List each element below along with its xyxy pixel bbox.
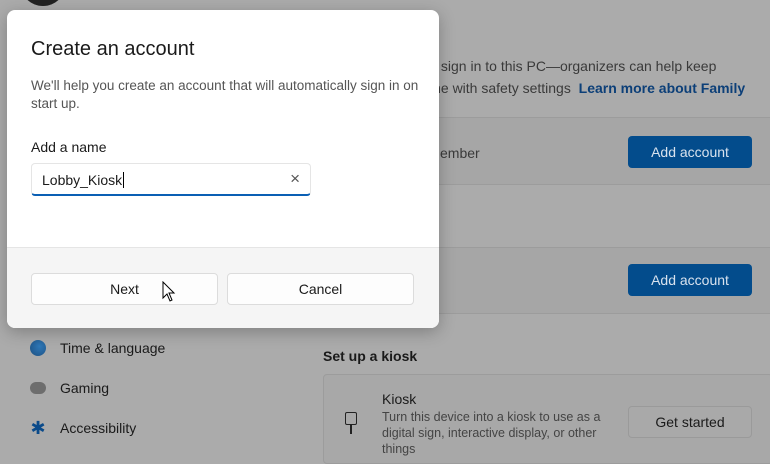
next-button[interactable]: Next [31,273,218,305]
name-label: Add a name [31,139,107,155]
create-account-dialog: Create an account We'll help you create … [7,10,439,328]
kiosk-section-title: Set up a kiosk [323,348,418,364]
learn-more-family-link[interactable]: Learn more about Family [579,80,745,96]
get-started-button[interactable]: Get started [628,406,752,438]
globe-clock-icon [30,340,46,356]
kiosk-icon-stand [350,425,352,434]
family-description: s sign in to this PC—organizers can help… [430,55,745,99]
family-text-line1: s sign in to this PC—organizers can help… [430,58,717,74]
sidebar-item-label: Gaming [60,380,110,396]
sidebar-item-gaming[interactable]: Gaming [30,380,109,396]
kiosk-icon [345,412,357,425]
avatar [20,0,66,6]
sidebar-item-label: Accessibility [60,420,137,436]
clear-icon[interactable]: × [290,169,300,189]
family-text-line2: ine with safety settings [430,80,571,96]
accessibility-icon: ✱ [30,418,46,438]
kiosk-description: Turn this device into a kiosk to use as … [382,410,601,456]
cancel-button[interactable]: Cancel [227,273,414,305]
mouse-cursor-icon [162,281,176,302]
add-other-account-button[interactable]: Add account [628,264,752,296]
dialog-description: We'll help you create an account that wi… [31,78,419,111]
kiosk-title: Kiosk [382,391,417,407]
dialog-title: Create an account [31,38,195,60]
sidebar-item-accessibility[interactable]: ✱ Accessibility [30,418,137,438]
name-input-value: Lobby_Kiosk [42,172,125,188]
add-family-member-label: ember [440,145,480,161]
gamepad-icon [30,382,46,394]
add-family-account-button[interactable]: Add account [628,136,752,168]
dialog-footer: Next Cancel [7,247,439,328]
sidebar-item-label: Time & language [60,340,166,356]
name-input[interactable]: Lobby_Kiosk × [31,163,311,196]
sidebar-item-time-language[interactable]: Time & language [30,340,165,356]
